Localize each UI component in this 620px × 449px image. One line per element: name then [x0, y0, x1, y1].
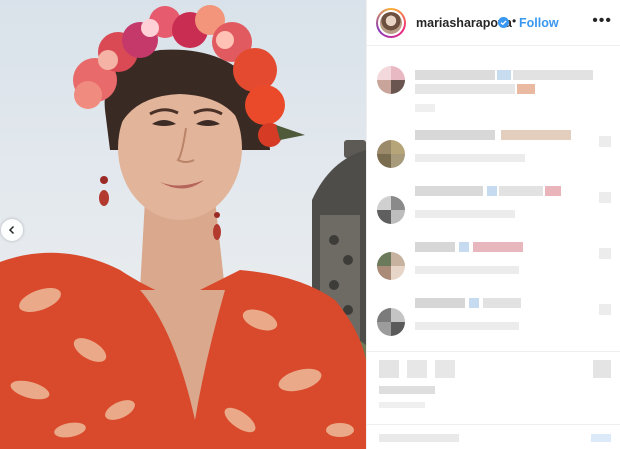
- follow-button[interactable]: Follow: [519, 16, 559, 30]
- separator-dot: •: [512, 14, 517, 28]
- post-photo[interactable]: [0, 0, 366, 449]
- more-options-icon[interactable]: •••: [592, 12, 612, 30]
- comment-avatar[interactable]: [377, 252, 405, 280]
- verified-badge-icon: [498, 17, 509, 28]
- carousel-prev-button[interactable]: [1, 219, 23, 241]
- comment-avatar[interactable]: [377, 66, 405, 94]
- portrait-illustration: [0, 5, 366, 449]
- comment-item: [367, 234, 620, 284]
- post-timestamp: [379, 402, 425, 408]
- post-comment-button[interactable]: [591, 434, 611, 442]
- heart-icon[interactable]: [599, 136, 611, 147]
- share-icon[interactable]: [435, 360, 455, 378]
- comment-item: [367, 290, 620, 340]
- post-header: mariasharapova • Follow •••: [367, 0, 620, 46]
- avatar[interactable]: [378, 10, 404, 36]
- heart-icon[interactable]: [599, 304, 611, 315]
- heart-icon[interactable]: [599, 192, 611, 203]
- bookmark-icon[interactable]: [593, 360, 611, 378]
- comment-item: [367, 122, 620, 172]
- likes-count[interactable]: [379, 386, 435, 394]
- post-actions: [367, 351, 620, 449]
- chevron-left-icon: [8, 225, 15, 235]
- comment-icon[interactable]: [407, 360, 427, 378]
- instagram-post: mariasharapova • Follow •••: [0, 0, 620, 449]
- comment-item: [367, 58, 620, 112]
- story-ring[interactable]: [376, 8, 406, 38]
- heart-icon[interactable]: [599, 248, 611, 259]
- like-icon[interactable]: [379, 360, 399, 378]
- comments-list[interactable]: [367, 46, 620, 351]
- comment-avatar[interactable]: [377, 140, 405, 168]
- add-comment-input[interactable]: [379, 434, 459, 442]
- comment-item: [367, 178, 620, 228]
- comment-avatar[interactable]: [377, 196, 405, 224]
- comment-avatar[interactable]: [377, 308, 405, 336]
